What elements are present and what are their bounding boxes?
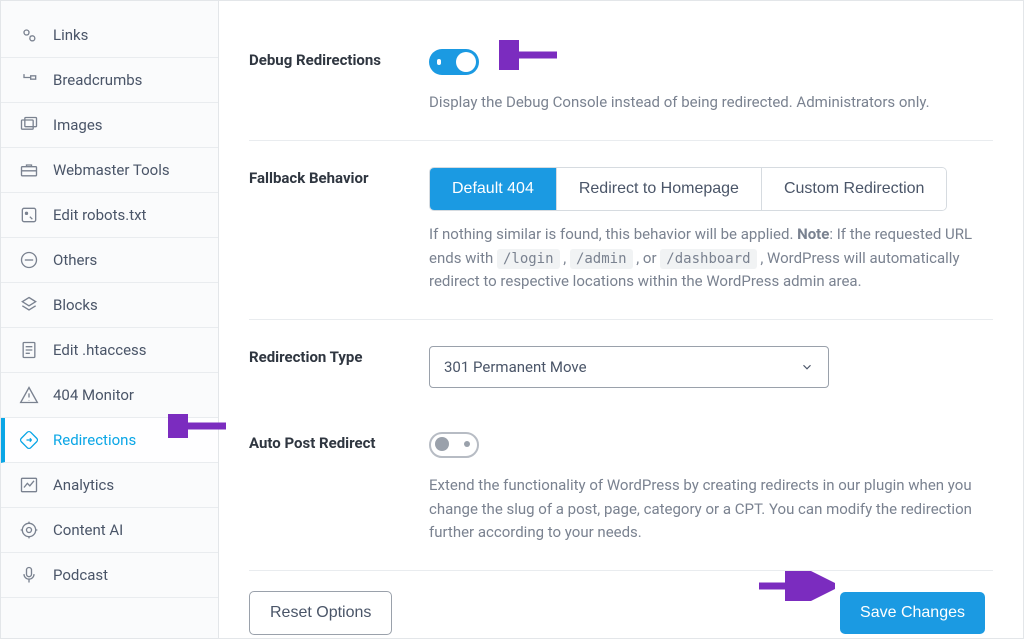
code-admin: /admin	[570, 249, 633, 269]
setting-description: Extend the functionality of WordPress by…	[429, 474, 993, 544]
setting-label: Redirection Type	[249, 348, 429, 366]
sidebar-item-label: Webmaster Tools	[53, 161, 170, 179]
robots-icon	[19, 205, 39, 225]
note-label: Note	[797, 225, 829, 243]
sidebar-item-label: Images	[53, 116, 103, 134]
links-icon	[19, 25, 39, 45]
section-fallback-behavior: Fallback Behavior Default 404 Redirect t…	[249, 141, 993, 320]
fallback-redirect-homepage-button[interactable]: Redirect to Homepage	[557, 168, 762, 210]
toolbox-icon	[19, 160, 39, 180]
sidebar-item-images[interactable]: Images	[1, 103, 218, 148]
sidebar-item-404-monitor[interactable]: 404 Monitor	[1, 373, 218, 418]
setting-label: Auto Post Redirect	[249, 434, 429, 452]
fallback-options-group: Default 404 Redirect to Homepage Custom …	[429, 167, 947, 211]
description-text: If nothing similar is found, this behavi…	[429, 225, 797, 243]
sidebar-item-webmaster-tools[interactable]: Webmaster Tools	[1, 148, 218, 193]
sidebar-item-label: Analytics	[53, 476, 114, 494]
sidebar-item-blocks[interactable]: Blocks	[1, 283, 218, 328]
reset-options-button[interactable]: Reset Options	[249, 591, 392, 635]
settings-panel: Links Breadcrumbs Images Webmaster Tools…	[0, 0, 1024, 639]
podcast-icon	[19, 565, 39, 585]
images-icon	[19, 115, 39, 135]
debug-redirections-toggle[interactable]	[429, 49, 479, 75]
sidebar-item-edit-htaccess[interactable]: Edit .htaccess	[1, 328, 218, 373]
sidebar-item-others[interactable]: Others	[1, 238, 218, 283]
file-icon	[19, 340, 39, 360]
select-value: 301 Permanent Move	[444, 358, 587, 376]
sidebar-item-redirections[interactable]: Redirections	[1, 418, 218, 463]
auto-post-redirect-toggle[interactable]	[429, 432, 479, 458]
sidebar-item-label: Edit .htaccess	[53, 341, 147, 359]
others-icon	[19, 250, 39, 270]
sidebar-item-label: 404 Monitor	[53, 386, 134, 404]
sidebar-item-content-ai[interactable]: Content AI	[1, 508, 218, 553]
sidebar-item-edit-robots[interactable]: Edit robots.txt	[1, 193, 218, 238]
analytics-icon	[19, 475, 39, 495]
ai-icon	[19, 520, 39, 540]
fallback-custom-redirection-button[interactable]: Custom Redirection	[762, 168, 947, 210]
chevron-down-icon	[800, 360, 814, 374]
sidebar-item-label: Blocks	[53, 296, 98, 314]
warning-icon	[19, 385, 39, 405]
breadcrumbs-icon	[19, 70, 39, 90]
fallback-default-404-button[interactable]: Default 404	[430, 168, 557, 210]
sidebar-item-label: Breadcrumbs	[53, 71, 142, 89]
sidebar-item-breadcrumbs[interactable]: Breadcrumbs	[1, 58, 218, 103]
description-text: , or	[633, 249, 661, 267]
sidebar-item-label: Redirections	[53, 431, 136, 449]
sidebar-item-label: Links	[53, 26, 88, 44]
main-content: Debug Redirections Display the Debug Con…	[219, 1, 1023, 638]
blocks-icon	[19, 295, 39, 315]
redirections-icon	[19, 430, 39, 450]
setting-description: If nothing similar is found, this behavi…	[429, 223, 993, 293]
sidebar-item-label: Edit robots.txt	[53, 206, 146, 224]
section-auto-post-redirect: Auto Post Redirect Extend the functional…	[249, 414, 993, 570]
section-debug-redirections: Debug Redirections Display the Debug Con…	[249, 31, 993, 141]
sidebar-item-podcast[interactable]: Podcast	[1, 553, 218, 598]
sidebar-item-label: Others	[53, 251, 97, 269]
setting-label: Fallback Behavior	[249, 169, 429, 187]
sidebar: Links Breadcrumbs Images Webmaster Tools…	[1, 1, 219, 638]
setting-label: Debug Redirections	[249, 51, 429, 69]
redirection-type-select[interactable]: 301 Permanent Move	[429, 346, 829, 388]
sidebar-item-analytics[interactable]: Analytics	[1, 463, 218, 508]
code-login: /login	[497, 249, 560, 269]
section-redirection-type: Redirection Type 301 Permanent Move	[249, 320, 993, 414]
footer-actions: Reset Options Save Changes	[249, 570, 993, 639]
sidebar-item-label: Podcast	[53, 566, 108, 584]
save-changes-button[interactable]: Save Changes	[840, 592, 985, 634]
setting-description: Display the Debug Console instead of bei…	[429, 91, 993, 114]
code-dashboard: /dashboard	[660, 249, 756, 269]
sidebar-item-links[interactable]: Links	[1, 13, 218, 58]
sidebar-item-label: Content AI	[53, 521, 123, 539]
